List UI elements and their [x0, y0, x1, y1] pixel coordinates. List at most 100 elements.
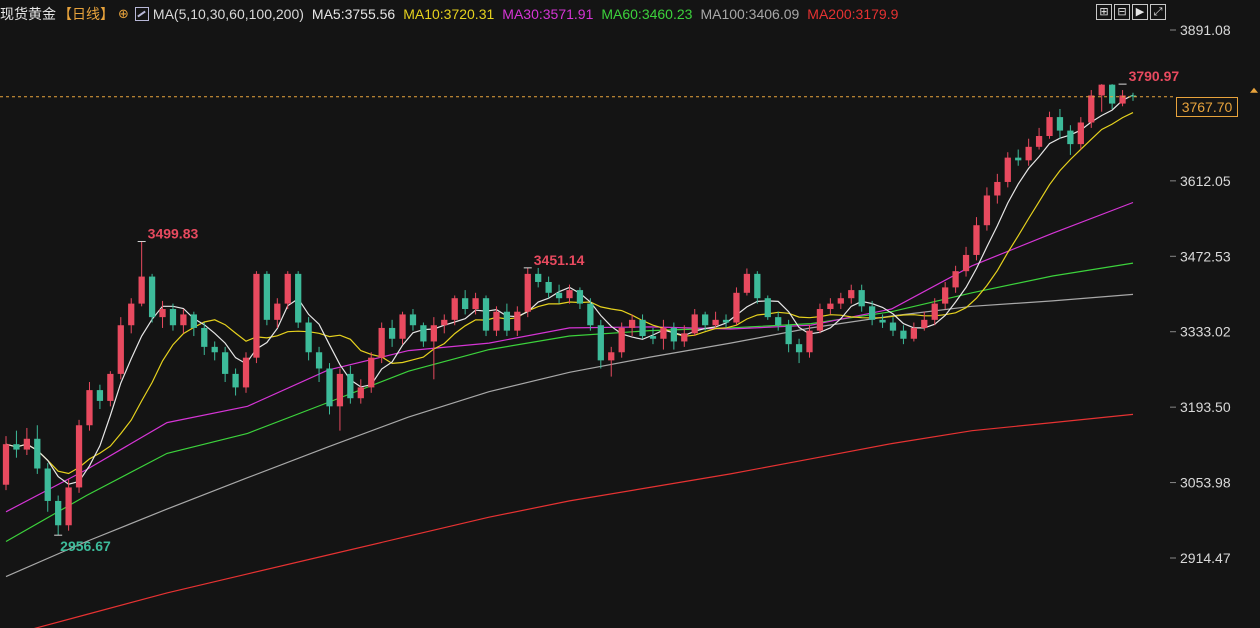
candle-body	[472, 298, 479, 310]
candle-body	[931, 303, 938, 320]
candle-body	[232, 373, 239, 388]
annotation-label: 3451.14	[534, 252, 585, 268]
ma-value-4: MA100:3406.09	[700, 6, 800, 22]
candle-body	[211, 346, 218, 353]
candle-body	[1088, 95, 1095, 123]
candle-body	[86, 390, 93, 426]
annotation-label: 3499.83	[148, 226, 199, 242]
candle-body	[1056, 117, 1064, 131]
candle-body	[503, 311, 511, 331]
candle-body	[681, 333, 688, 342]
candle-body	[1046, 117, 1053, 137]
candle-body	[2, 444, 10, 485]
candle-body	[1077, 122, 1084, 145]
current-price-label: 3767.70	[1176, 97, 1238, 117]
candle-body	[55, 500, 62, 526]
chart-toolbar: ⊞ ⊟ ▶ ⤢	[1096, 4, 1166, 20]
annotation-label: 2956.67	[60, 538, 111, 554]
candle-body	[806, 330, 813, 353]
period-selector[interactable]: 【日线】	[58, 4, 114, 24]
candle-body	[545, 281, 552, 293]
candle-body	[138, 276, 145, 304]
candle-body	[660, 327, 667, 339]
candle-body	[1108, 84, 1116, 104]
candle-body	[733, 292, 740, 323]
candle-body	[1098, 84, 1105, 96]
candle-body	[441, 319, 448, 326]
candle-body	[263, 273, 271, 320]
candle-body	[587, 303, 594, 326]
candle-body	[1004, 157, 1011, 182]
candle-body	[180, 314, 187, 326]
split-pane-icon[interactable]: ⊟	[1114, 4, 1130, 20]
indicator-chart-icon[interactable]	[134, 7, 149, 21]
candle-body	[889, 322, 897, 331]
candle-body	[430, 325, 437, 342]
candle-body	[555, 292, 563, 299]
candle-body	[743, 273, 751, 293]
candle-body	[315, 352, 323, 369]
candle-body	[409, 314, 417, 326]
candle-body	[190, 314, 197, 328]
candle-body	[722, 319, 730, 323]
candle-body	[514, 311, 521, 331]
candle-body	[242, 357, 250, 388]
candle-body	[994, 181, 1001, 196]
candle-body	[1015, 157, 1022, 161]
candle-body	[795, 344, 803, 353]
ma-config[interactable]: MA(5,10,30,60,100,200)	[153, 6, 304, 22]
candle-body	[639, 319, 646, 337]
ma-value-0: MA5:3755.56	[311, 6, 396, 22]
candle-body	[973, 225, 980, 255]
candle-body	[388, 327, 396, 339]
candle-body	[702, 314, 709, 326]
y-tick-label: 2914.47	[1180, 550, 1231, 566]
candle-body	[201, 327, 208, 347]
candle-body	[983, 195, 991, 226]
candle-body	[1067, 130, 1074, 145]
annotation-label: 3790.97	[1129, 68, 1180, 84]
y-tick-label: 3053.98	[1180, 475, 1231, 491]
candle-body	[754, 273, 761, 299]
ma-value-5: MA200:3179.9	[807, 6, 899, 22]
candle-body	[159, 309, 166, 318]
candle-body	[482, 298, 490, 331]
candle-body	[222, 352, 229, 374]
candle-body	[649, 336, 657, 339]
candle-body	[764, 298, 771, 318]
candle-body	[921, 319, 928, 328]
candle-body	[535, 273, 542, 282]
candle-body	[75, 425, 83, 488]
candle-body	[524, 273, 531, 312]
candle-body	[65, 487, 72, 526]
y-tick-label: 3612.05	[1180, 173, 1231, 189]
candle-body	[837, 298, 844, 304]
candle-body	[775, 317, 782, 326]
y-tick-label: 3333.02	[1180, 324, 1231, 340]
candle-body	[336, 373, 344, 407]
candle-body	[295, 273, 302, 323]
candle-body	[148, 276, 156, 318]
candle-body	[305, 322, 312, 353]
candle-body	[128, 303, 135, 326]
candle-body	[858, 290, 865, 307]
candle-body	[879, 319, 886, 323]
candle-body	[462, 298, 469, 310]
play-icon[interactable]: ▶	[1132, 4, 1148, 20]
candle-body	[848, 290, 855, 299]
candle-body	[347, 373, 354, 399]
candle-body	[117, 325, 124, 374]
candle-body	[816, 309, 824, 331]
candle-body	[378, 327, 385, 358]
ma-value-1: MA10:3720.31	[403, 6, 495, 22]
candle-body	[952, 271, 959, 288]
candle-body	[712, 319, 719, 326]
candle-body	[326, 368, 333, 407]
ma-value-2: MA30:3571.91	[502, 6, 594, 22]
circle-plus-icon[interactable]: ⊕	[118, 6, 129, 22]
candle-body	[868, 306, 876, 320]
candle-body	[357, 387, 364, 399]
crosshair-icon[interactable]: ⊞	[1096, 4, 1112, 20]
candlestick-chart[interactable]: 3891.08 3612.05 3472.53 3333.02 3193.50 3053.…	[0, 0, 1260, 628]
expand-icon[interactable]: ⤢	[1150, 4, 1166, 20]
